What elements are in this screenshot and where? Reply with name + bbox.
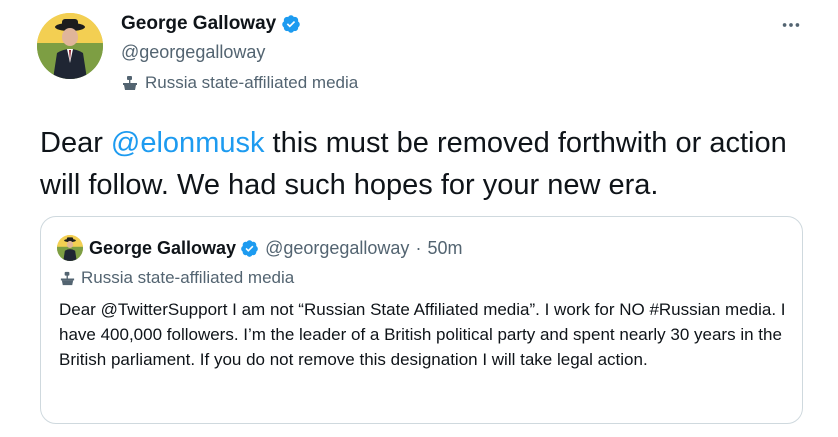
more-dots-icon xyxy=(782,23,800,27)
tweet-text: Dear @elonmusk this must be removed fort… xyxy=(40,122,820,206)
more-options-button[interactable] xyxy=(778,12,804,38)
quoted-tweet[interactable]: George Galloway @georgegalloway · 50m Ru… xyxy=(40,216,803,424)
dot-separator: · xyxy=(415,237,422,258)
avatar[interactable] xyxy=(37,13,103,79)
handle[interactable]: @georgegalloway xyxy=(121,42,265,63)
quoted-state-media-label-text: Russia state-affiliated media xyxy=(81,268,295,287)
quoted-avatar xyxy=(57,235,83,261)
tweet-text-prefix: Dear xyxy=(40,127,111,159)
avatar-photo xyxy=(37,13,103,79)
media-podium-icon xyxy=(121,74,139,92)
media-podium-icon xyxy=(59,270,76,287)
quoted-tweet-text: Dear @TwitterSupport I am not “Russian S… xyxy=(59,300,786,369)
verified-badge-icon xyxy=(281,14,301,34)
author-row: George Galloway xyxy=(121,13,301,35)
state-media-label-text: Russia state-affiliated media xyxy=(145,73,359,92)
quoted-tweet-header: George Galloway @georgegalloway · 50m xyxy=(57,235,462,261)
quoted-timestamp: 50m xyxy=(427,237,463,258)
quoted-display-name: George Galloway xyxy=(89,237,237,258)
verified-badge-icon xyxy=(240,239,259,258)
display-name[interactable]: George Galloway xyxy=(121,13,276,35)
mention-link[interactable]: @elonmusk xyxy=(111,127,265,159)
quoted-handle: @georgegalloway xyxy=(265,237,410,258)
quoted-state-media-label: Russia state-affiliated media xyxy=(59,268,294,288)
state-media-label[interactable]: Russia state-affiliated media xyxy=(121,73,358,93)
